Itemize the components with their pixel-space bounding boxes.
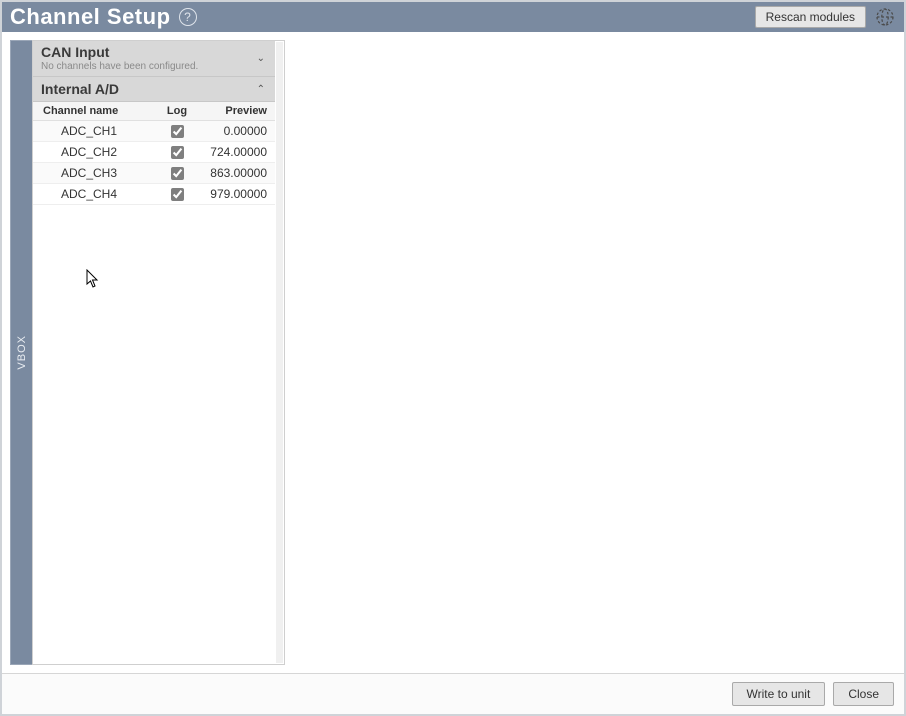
channel-name: ADC_CH2 (33, 145, 159, 159)
help-icon[interactable]: ? (179, 8, 197, 26)
preview-value: 979.00000 (195, 187, 275, 201)
page-title: Channel Setup (10, 4, 171, 30)
section-title: Internal A/D (41, 81, 119, 97)
preview-value: 0.00000 (195, 124, 275, 138)
channel-name: ADC_CH3 (33, 166, 159, 180)
globe-icon[interactable] (874, 6, 896, 28)
sidebar-tab-vbox[interactable]: VBOX (10, 40, 32, 665)
preview-value: 724.00000 (195, 145, 275, 159)
table-row[interactable]: ADC_CH3 863.00000 (33, 163, 275, 184)
col-header-name: Channel name (33, 105, 159, 117)
channel-table: Channel name Log Preview ADC_CH10.00000A… (33, 102, 275, 205)
section-can-input[interactable]: CAN Input No channels have been configur… (33, 41, 275, 77)
cursor-icon (86, 269, 100, 289)
chevron-down-icon: ⌄ (257, 53, 267, 64)
col-header-preview: Preview (195, 105, 275, 117)
close-button[interactable]: Close (833, 682, 894, 706)
table-header: Channel name Log Preview (33, 102, 275, 121)
col-header-log: Log (159, 105, 195, 117)
window-header: Channel Setup ? Rescan modules (2, 2, 904, 32)
log-checkbox[interactable] (171, 167, 184, 180)
table-row[interactable]: ADC_CH2 724.00000 (33, 142, 275, 163)
chevron-up-icon: ⌃ (257, 84, 267, 95)
preview-value: 863.00000 (195, 166, 275, 180)
rescan-modules-button[interactable]: Rescan modules (755, 6, 866, 28)
section-title: CAN Input (41, 44, 198, 60)
table-row[interactable]: ADC_CH4 979.00000 (33, 184, 275, 205)
log-checkbox[interactable] (171, 125, 184, 138)
channel-setup-window: Channel Setup ? Rescan modules VBOX (0, 0, 906, 716)
channel-name: ADC_CH1 (33, 124, 159, 138)
footer: Write to unit Close (2, 673, 904, 714)
write-to-unit-button[interactable]: Write to unit (732, 682, 826, 706)
log-checkbox[interactable] (171, 188, 184, 201)
channel-panel: CAN Input No channels have been configur… (32, 40, 285, 665)
section-subtitle: No channels have been configured. (41, 61, 198, 72)
table-row[interactable]: ADC_CH1 0.00000 (33, 121, 275, 142)
channel-name: ADC_CH4 (33, 187, 159, 201)
scrollbar[interactable] (276, 42, 283, 663)
section-internal-ad[interactable]: Internal A/D ⌃ (33, 77, 275, 102)
log-checkbox[interactable] (171, 146, 184, 159)
